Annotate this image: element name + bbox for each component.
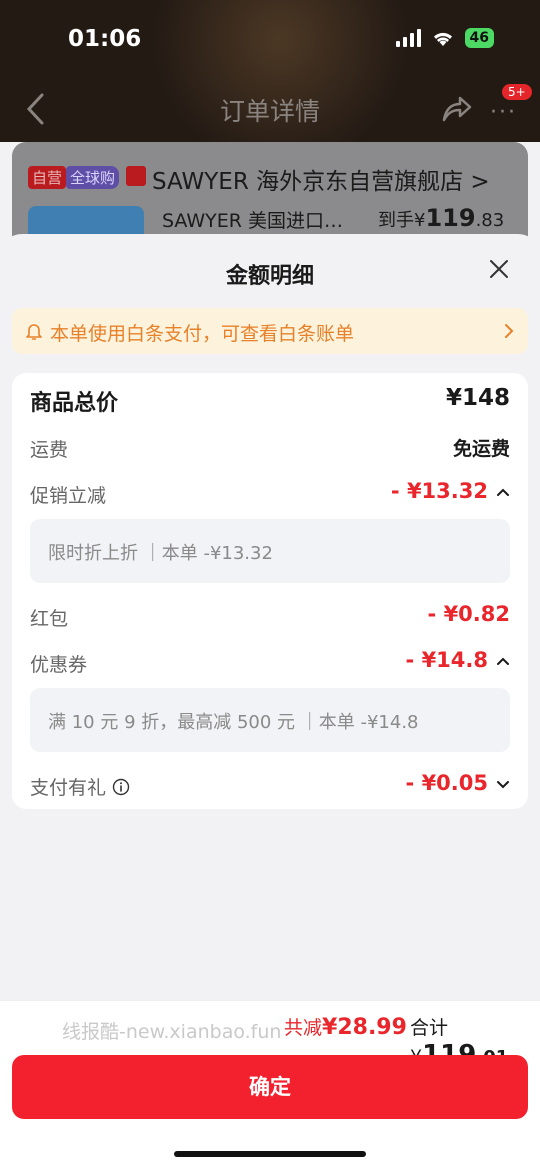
savings-prefix: 共减 <box>284 1017 323 1039</box>
price-dec: .83 <box>475 210 505 231</box>
self-operated-tag: 自营 <box>28 166 67 189</box>
close-icon[interactable] <box>488 258 510 280</box>
gift-label[interactable]: 支付有礼 <box>30 773 130 800</box>
shipping-value: 免运费 <box>452 438 510 460</box>
gift-row-toggle[interactable]: - ¥0.05 <box>406 771 510 795</box>
status-time: 01:06 <box>68 26 142 52</box>
chevron-up-icon <box>497 657 509 665</box>
promo-row-toggle[interactable]: - ¥13.32 <box>391 479 510 503</box>
share-icon[interactable] <box>440 94 472 124</box>
gift-label-text: 支付有礼 <box>30 777 107 799</box>
wifi-icon <box>433 32 452 46</box>
coupon-label[interactable]: 优惠券 <box>30 650 87 677</box>
coupon-row-toggle[interactable]: - ¥14.8 <box>406 648 510 672</box>
total-label: 商品总价 <box>30 391 119 416</box>
notification-badge: 5+ <box>502 84 532 100</box>
info-icon[interactable] <box>112 778 130 796</box>
redpacket-label: 红包 <box>30 608 69 630</box>
total-value: ¥148 <box>445 385 510 411</box>
signal-icon <box>395 29 421 47</box>
sheet-title: 金额明细 <box>225 264 314 289</box>
promo-detail: 限时折上折 ｜本单 -¥13.32 <box>30 519 510 583</box>
shipping-label: 运费 <box>30 439 69 461</box>
product-name[interactable]: SAWYER 美国进口… <box>162 206 343 233</box>
chevron-up-icon <box>497 488 509 496</box>
amount-card: 商品总价 ¥148 运费 免运费 促销立减 - ¥13.32 限时折上折 ｜本单… <box>12 373 528 809</box>
footer-bar: 线报酷-new.xianbao.fun 共减¥28.99 合计 ¥119.01 … <box>0 1000 540 1170</box>
gift-value: - ¥0.05 <box>405 771 488 795</box>
coupon-detail: 满 10 元 9 折，最高减 500 元 ｜本单 -¥14.8 <box>30 688 510 752</box>
redpacket-value: - ¥0.82 <box>427 602 510 626</box>
bell-icon <box>26 324 42 340</box>
battery-icon: 46 <box>464 28 494 48</box>
more-icon[interactable]: ··· <box>490 100 517 125</box>
coupon-value: - ¥14.8 <box>405 648 488 672</box>
store-logo-icon <box>126 166 146 186</box>
confirm-button[interactable]: 确定 <box>12 1055 528 1119</box>
watermark-text: 线报酷-new.xianbao.fun <box>62 1021 282 1043</box>
notice-text: 本单使用白条支付，可查看白条账单 <box>50 323 355 345</box>
store-name-link[interactable]: SAWYER 海外京东自营旗舰店 > <box>152 162 490 196</box>
home-indicator <box>174 1151 366 1157</box>
status-icons: 46 <box>395 28 494 48</box>
total-savings: 共减¥28.99 <box>284 1013 407 1040</box>
global-purchase-tag: 全球购 <box>66 166 120 189</box>
price-prefix: 到手¥ <box>378 210 426 231</box>
baitiao-notice[interactable]: 本单使用白条支付，可查看白条账单 <box>12 308 528 354</box>
chevron-down-icon <box>497 781 509 789</box>
product-price: 到手¥119.83 <box>378 204 504 232</box>
promo-value: - ¥13.32 <box>390 479 488 503</box>
savings-value: ¥28.99 <box>322 1015 407 1040</box>
chevron-right-icon <box>505 324 514 338</box>
promo-label[interactable]: 促销立减 <box>30 481 106 508</box>
price-int: 119 <box>425 204 476 232</box>
